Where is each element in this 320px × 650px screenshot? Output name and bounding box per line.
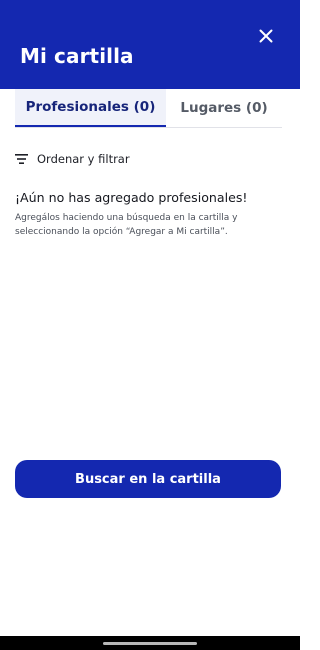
sort-filter-label: Ordenar y filtrar <box>37 152 130 166</box>
system-navigation-bar <box>0 636 300 650</box>
tab-profesionales[interactable]: Profesionales (0) <box>15 89 166 127</box>
empty-state-description: Agregálos haciendo una búsqueda en la ca… <box>15 213 238 237</box>
tab-bar: Profesionales (0) Lugares (0) <box>15 89 282 128</box>
sort-filter-button[interactable]: Ordenar y filtrar <box>15 150 130 168</box>
tab-lugares[interactable]: Lugares (0) <box>166 89 282 126</box>
search-cartilla-button[interactable]: Buscar en la cartilla <box>15 460 281 498</box>
empty-state-title: ¡Aún no has agregado profesionales! <box>15 190 248 205</box>
sort-filter-icon <box>15 153 29 165</box>
close-icon <box>259 29 273 43</box>
close-button[interactable] <box>252 22 280 50</box>
header-bar: Mi cartilla <box>0 0 300 89</box>
home-indicator[interactable] <box>103 642 197 645</box>
page-title: Mi cartilla <box>20 44 134 68</box>
